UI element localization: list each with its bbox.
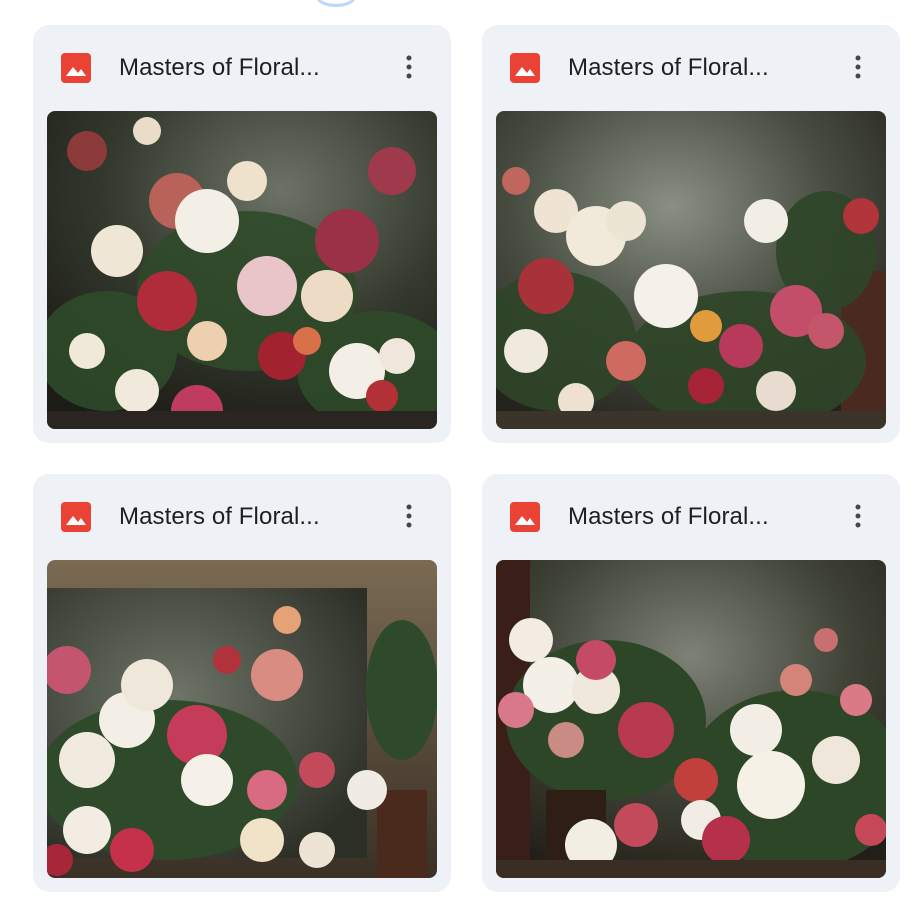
- file-thumbnail[interactable]: [47, 111, 437, 429]
- more-vert-icon: [406, 55, 412, 79]
- file-title[interactable]: Masters of Floral...: [568, 502, 769, 532]
- image-file-icon: [510, 502, 540, 532]
- more-options-button[interactable]: [838, 47, 878, 87]
- file-card[interactable]: Masters of Floral...: [482, 25, 900, 443]
- more-options-button[interactable]: [389, 496, 429, 536]
- more-options-button[interactable]: [838, 496, 878, 536]
- floral-painting-thumbnail: [496, 111, 886, 429]
- file-thumbnail[interactable]: [47, 560, 437, 878]
- more-options-button[interactable]: [389, 47, 429, 87]
- more-vert-icon: [855, 55, 861, 79]
- floral-painting-thumbnail: [47, 111, 437, 429]
- file-card-header: Masters of Floral...: [482, 25, 900, 111]
- floral-painting-thumbnail: [496, 560, 886, 878]
- file-card[interactable]: Masters of Floral...: [482, 474, 900, 892]
- scroll-indicator: [316, 0, 356, 7]
- file-card-header: Masters of Floral...: [33, 25, 451, 111]
- file-title[interactable]: Masters of Floral...: [119, 53, 320, 83]
- floral-painting-thumbnail: [47, 560, 437, 878]
- file-title[interactable]: Masters of Floral...: [568, 53, 769, 83]
- image-file-icon: [61, 502, 91, 532]
- file-card-header: Masters of Floral...: [33, 474, 451, 560]
- file-card[interactable]: Masters of Floral...: [33, 25, 451, 443]
- more-vert-icon: [406, 504, 412, 528]
- file-thumbnail[interactable]: [496, 111, 886, 429]
- file-card[interactable]: Masters of Floral...: [33, 474, 451, 892]
- file-card-header: Masters of Floral...: [482, 474, 900, 560]
- file-title[interactable]: Masters of Floral...: [119, 502, 320, 532]
- more-vert-icon: [855, 504, 861, 528]
- image-file-icon: [510, 53, 540, 83]
- image-file-icon: [61, 53, 91, 83]
- file-thumbnail[interactable]: [496, 560, 886, 878]
